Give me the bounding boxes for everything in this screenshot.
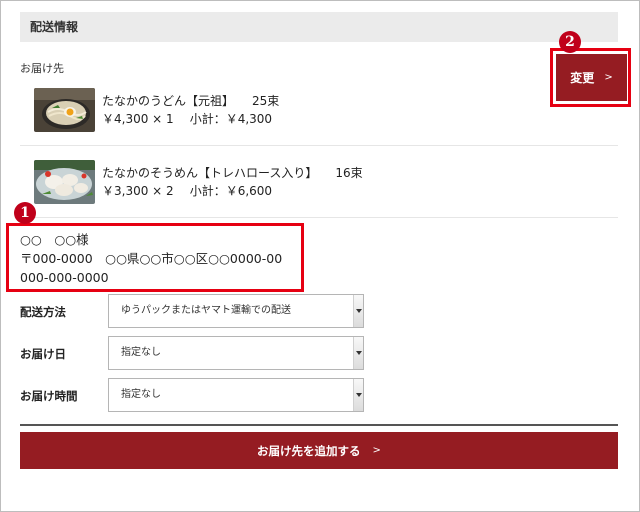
- recipient-name: ○○ ○○様: [20, 232, 89, 247]
- item-count: 25束: [252, 94, 280, 108]
- cart-item: たなかのそうめん【トレハロース入り】 16束 ￥3,300 × 2 小計：￥6,60…: [34, 160, 618, 204]
- dropdown-arrow-icon: [353, 337, 363, 369]
- cart-item: たなかのうどん【元祖】 25束 ￥4,300 × 1 小計：￥4,300: [34, 88, 618, 132]
- item-price: ￥3,300 × 2: [102, 184, 174, 198]
- delivery-time-label: お届け時間: [20, 389, 78, 403]
- address-block: ○○ ○○様 〒000-0000 ○○県○○市○○区○○0000-00 000-…: [20, 230, 282, 287]
- shipping-method-select[interactable]: ゆうパックまたはヤマト運輸での配送: [108, 294, 364, 328]
- delivery-time-value: 指定なし: [121, 389, 161, 400]
- delivery-date-value: 指定なし: [121, 347, 161, 358]
- udon-photo-icon: [34, 88, 95, 132]
- item-subtotal: 小計：￥4,300: [189, 112, 273, 126]
- chevron-right-icon: >: [604, 72, 613, 83]
- section-header: 配送情報: [20, 12, 618, 42]
- delivery-date-label: お届け日: [20, 347, 66, 361]
- postal-address: 〒000-0000 ○○県○○市○○区○○0000-00: [20, 251, 283, 266]
- add-destination-label: お届け先を追加する: [257, 443, 361, 458]
- section-title: 配送情報: [30, 20, 79, 34]
- item-price: ￥4,300 × 1: [102, 112, 174, 126]
- dropdown-arrow-icon: [353, 295, 363, 327]
- item-count: 16束: [335, 166, 363, 180]
- chevron-right-icon: >: [372, 445, 381, 456]
- somen-photo-icon: [34, 160, 95, 204]
- annotation-badge: 2: [559, 31, 581, 53]
- destination-label: お届け先: [20, 62, 64, 75]
- shipping-method-label: 配送方法: [20, 305, 66, 319]
- shipping-method-value: ゆうパックまたはヤマト運輸での配送: [121, 305, 291, 316]
- add-destination-button[interactable]: お届け先を追加する >: [20, 432, 618, 469]
- item-name: たなかのそうめん【トレハロース入り】: [102, 166, 318, 180]
- divider: [20, 217, 618, 218]
- dropdown-arrow-icon: [353, 379, 363, 411]
- item-subtotal: 小計：￥6,600: [189, 184, 273, 198]
- change-button-label: 変更: [570, 71, 595, 85]
- change-destination-button[interactable]: 変更 >: [556, 54, 627, 101]
- phone-number: 000-000-0000: [20, 270, 109, 285]
- delivery-time-select[interactable]: 指定なし: [108, 378, 364, 412]
- delivery-date-select[interactable]: 指定なし: [108, 336, 364, 370]
- item-name: たなかのうどん【元祖】: [102, 94, 235, 108]
- section-divider: [20, 424, 618, 426]
- divider: [20, 145, 618, 146]
- annotation-badge: 1: [14, 202, 36, 224]
